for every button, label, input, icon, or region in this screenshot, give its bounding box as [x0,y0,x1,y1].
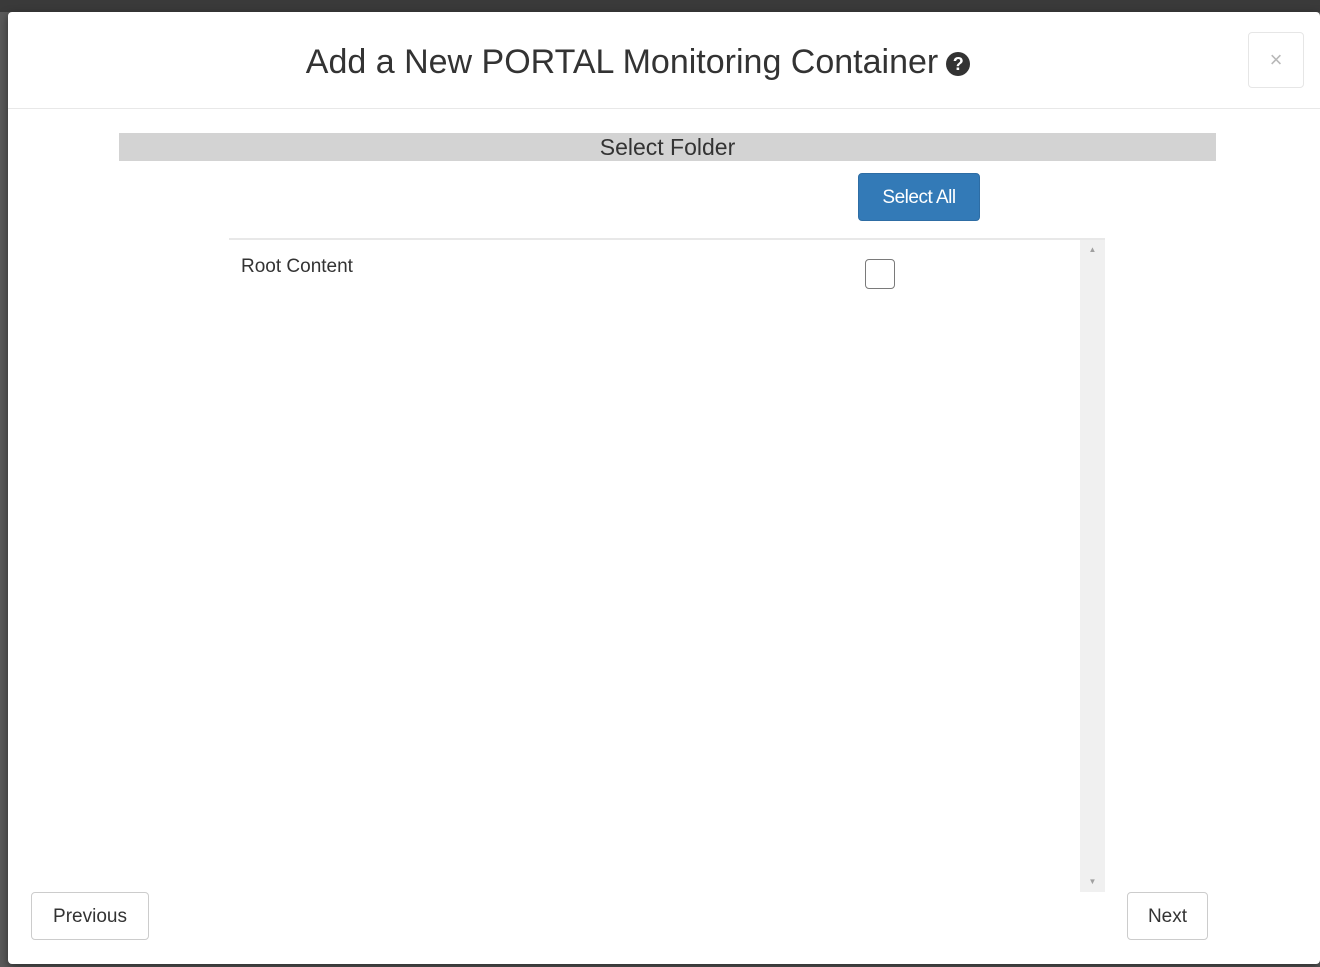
question-circle-icon[interactable]: ? [946,52,971,76]
folder-list-scrollbar[interactable]: ▲ ▼ [1080,240,1105,892]
select-folder-header: Select Folder [119,133,1216,161]
modal-header: Add a New PORTAL Monitoring Container? × [8,12,1320,109]
folder-list[interactable]: Root Content ▲ ▼ [229,238,1105,892]
page-backdrop [0,0,1320,12]
scroll-down-arrow-icon[interactable]: ▼ [1080,874,1105,890]
add-container-modal: Add a New PORTAL Monitoring Container? ×… [8,12,1320,964]
folder-label: Root Content [241,256,353,277]
folder-checkbox[interactable] [865,259,895,289]
modal-title: Add a New PORTAL Monitoring Container? [8,42,1268,82]
scroll-up-arrow-icon[interactable]: ▲ [1080,242,1105,258]
previous-button[interactable]: Previous [31,892,149,940]
select-all-button[interactable]: Select All [858,173,980,221]
next-button[interactable]: Next [1127,892,1208,940]
close-button[interactable]: × [1248,32,1304,88]
modal-title-text: Add a New PORTAL Monitoring Container [305,43,939,81]
close-icon: × [1269,47,1283,72]
folder-row-root-content: Root Content [229,240,1080,298]
